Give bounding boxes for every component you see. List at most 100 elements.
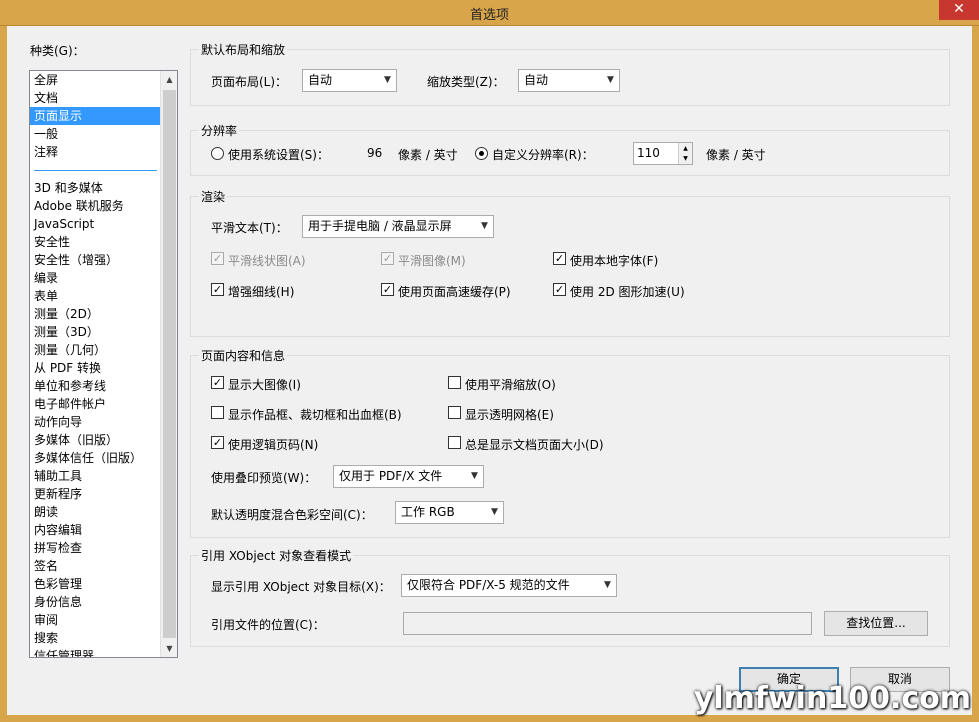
render-group-title: 渲染 [199, 188, 228, 205]
close-icon: ✕ [953, 1, 965, 17]
logical-page-numbers-checkbox[interactable]: ✓ [211, 436, 224, 449]
doc-page-size-label[interactable]: 总是显示文档页面大小(D) [465, 436, 604, 453]
categories-list[interactable]: 全屏 文档 页面显示 一般 注释 3D 和多媒体 Adobe 联机服务 JavaScript 安… [29, 70, 178, 658]
overprint-preview-select[interactable]: 仅用于 PDF/X 文件 ▼ [333, 465, 484, 488]
enhance-thin-lines-checkbox[interactable]: ✓ [211, 283, 224, 296]
art-boxes-checkbox[interactable] [211, 406, 224, 419]
zoom-type-value: 自动 [524, 73, 549, 87]
smooth-lines-label: 平滑线状图(A) [228, 254, 306, 268]
categories-scrollbar[interactable]: ▲ ▼ [160, 71, 177, 657]
chevron-down-icon: ▼ [604, 580, 611, 590]
gpu-2d-label[interactable]: 使用 2D 图形加速(U) [570, 283, 685, 300]
chevron-down-icon: ▼ [471, 471, 478, 481]
title-bar: 首选项 ✕ [0, 0, 979, 26]
smooth-text-label: 平滑文本(T)： [211, 221, 288, 235]
layout-zoom-group-title: 默认布局和缩放 [199, 41, 288, 58]
system-resolution-unit: 像素 / 英寸 [398, 148, 458, 162]
page-layout-select[interactable]: 自动 ▼ [302, 69, 397, 92]
category-item[interactable]: 测量（几何） [30, 341, 161, 359]
doc-page-size-checkbox[interactable] [448, 436, 461, 449]
category-item[interactable]: 动作向导 [30, 413, 161, 431]
category-item[interactable]: 从 PDF 转换 [30, 359, 161, 377]
page-cache-checkbox[interactable]: ✓ [381, 283, 394, 296]
category-item[interactable]: 单位和参考线 [30, 377, 161, 395]
chevron-down-icon: ▼ [481, 221, 488, 231]
smooth-text-select[interactable]: 用于手提电脑 / 液晶显示屏 ▼ [302, 215, 494, 238]
category-item[interactable]: 信任管理器 [30, 647, 161, 657]
referenced-file-location-field[interactable] [403, 612, 812, 635]
xobject-target-label: 显示引用 XObject 对象目标(X)： [211, 580, 391, 594]
categories-items: 全屏 文档 页面显示 一般 注释 3D 和多媒体 Adobe 联机服务 JavaScript 安… [30, 71, 161, 657]
category-item[interactable]: 表单 [30, 287, 161, 305]
custom-resolution-label[interactable]: 自定义分辨率(R)： [492, 146, 594, 163]
blend-space-select[interactable]: 工作 RGB ▼ [395, 501, 504, 524]
scroll-down-arrow-icon[interactable]: ▼ [161, 640, 177, 657]
custom-resolution-value: 110 [637, 146, 660, 160]
system-resolution-label[interactable]: 使用系统设置(S)： [228, 146, 329, 163]
smooth-images-checkbox[interactable]: ✓ [381, 252, 394, 265]
xobject-group-title: 引用 XObject 对象查看模式 [199, 547, 354, 564]
scroll-up-arrow-icon[interactable]: ▲ [161, 71, 177, 88]
overprint-preview-value: 仅用于 PDF/X 文件 [339, 469, 443, 483]
smooth-zoom-checkbox[interactable] [448, 376, 461, 389]
smooth-zoom-label[interactable]: 使用平滑缩放(O) [465, 376, 556, 393]
blend-space-value: 工作 RGB [401, 505, 455, 519]
spin-down-icon[interactable]: ▼ [678, 153, 692, 164]
category-item[interactable]: 签名 [30, 557, 161, 575]
category-item[interactable]: 内容编辑 [30, 521, 161, 539]
radio-selected-dot [479, 151, 484, 156]
category-item[interactable]: 审阅 [30, 611, 161, 629]
local-fonts-label[interactable]: 使用本地字体(F) [570, 252, 658, 269]
category-item[interactable]: 朗读 [30, 503, 161, 521]
page-cache-label[interactable]: 使用页面高速缓存(P) [398, 283, 511, 300]
category-item[interactable]: 更新程序 [30, 485, 161, 503]
art-boxes-label[interactable]: 显示作品框、裁切框和出血框(B) [228, 406, 402, 423]
resolution-group-title: 分辨率 [199, 122, 240, 139]
logical-page-numbers-label[interactable]: 使用逻辑页码(N) [228, 436, 318, 453]
category-item[interactable]: 编录 [30, 269, 161, 287]
zoom-type-label: 缩放类型(Z)： [427, 75, 505, 89]
category-item[interactable]: 页面显示 [30, 107, 161, 125]
custom-resolution-radio[interactable] [475, 147, 488, 160]
large-images-checkbox[interactable]: ✓ [211, 376, 224, 389]
large-images-label[interactable]: 显示大图像(I) [228, 376, 301, 393]
category-item[interactable]: 文档 [30, 89, 161, 107]
scroll-thumb[interactable] [163, 90, 176, 638]
page-layout-value: 自动 [308, 73, 333, 87]
category-item[interactable]: 拼写检查 [30, 539, 161, 557]
category-item[interactable]: 安全性 [30, 233, 161, 251]
referenced-file-location-label: 引用文件的位置(C)： [211, 618, 325, 632]
category-item[interactable]: 测量（3D） [30, 323, 161, 341]
category-item[interactable]: 辅助工具 [30, 467, 161, 485]
category-item[interactable]: 色彩管理 [30, 575, 161, 593]
local-fonts-checkbox[interactable]: ✓ [553, 252, 566, 265]
category-item[interactable]: 多媒体（旧版） [30, 431, 161, 449]
browse-location-button[interactable]: 查找位置... [824, 611, 928, 636]
category-item[interactable]: 电子邮件帐户 [30, 395, 161, 413]
category-item[interactable]: Adobe 联机服务 [30, 197, 161, 215]
category-item[interactable]: JavaScript [30, 215, 161, 233]
custom-resolution-spinner[interactable]: 110 ▲ ▼ [633, 142, 693, 165]
smooth-images-label: 平滑图像(M) [398, 254, 466, 268]
category-item[interactable]: 一般 [30, 125, 161, 143]
close-button[interactable]: ✕ [939, 0, 979, 20]
category-item[interactable]: 安全性（增强） [30, 251, 161, 269]
enhance-thin-lines-label[interactable]: 增强细线(H) [228, 283, 294, 300]
category-item[interactable]: 注释 [30, 143, 161, 161]
category-item[interactable]: 身份信息 [30, 593, 161, 611]
category-item[interactable]: 搜索 [30, 629, 161, 647]
overprint-preview-label: 使用叠印预览(W)： [211, 471, 317, 485]
category-item[interactable]: 测量（2D） [30, 305, 161, 323]
xobject-target-select[interactable]: 仅限符合 PDF/X-5 规范的文件 ▼ [401, 574, 617, 597]
transparency-grid-checkbox[interactable] [448, 406, 461, 419]
category-separator [30, 161, 161, 179]
gpu-2d-checkbox[interactable]: ✓ [553, 283, 566, 296]
transparency-grid-label[interactable]: 显示透明网格(E) [465, 406, 554, 423]
categories-label: 种类(G)： [30, 44, 85, 58]
smooth-lines-checkbox[interactable]: ✓ [211, 252, 224, 265]
category-item[interactable]: 多媒体信任（旧版） [30, 449, 161, 467]
category-item[interactable]: 全屏 [30, 71, 161, 89]
system-resolution-radio[interactable] [211, 147, 224, 160]
zoom-type-select[interactable]: 自动 ▼ [518, 69, 620, 92]
category-item[interactable]: 3D 和多媒体 [30, 179, 161, 197]
